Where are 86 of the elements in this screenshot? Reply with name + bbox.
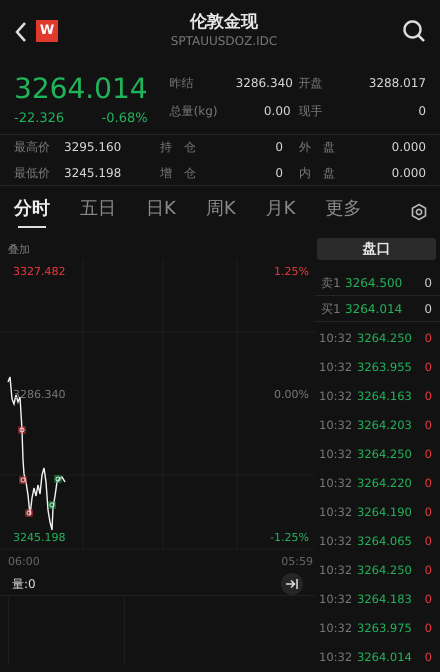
trade-time: 10:32 bbox=[319, 590, 354, 608]
trade-time: 10:32 bbox=[319, 416, 354, 434]
trade-price: 3263.975 bbox=[357, 620, 413, 637]
trade-price: 3264.183 bbox=[357, 590, 413, 608]
trade-time: 10:32 bbox=[319, 562, 354, 579]
axis-label: 1.25% bbox=[274, 266, 309, 277]
axis-label: -1.25% bbox=[270, 532, 309, 543]
axis-label: 3245.198 bbox=[13, 532, 66, 543]
trade-volume: 0 bbox=[424, 330, 432, 347]
stat-label: 外 盘 bbox=[299, 139, 335, 156]
volume-label: 量:0 bbox=[12, 576, 36, 592]
stat-value: 0.000 bbox=[390, 165, 426, 182]
jump-to-end-button[interactable] bbox=[281, 572, 303, 594]
stat-value: 3245.198 bbox=[64, 165, 122, 182]
overlay-label: 叠加 bbox=[7, 242, 31, 258]
chart-tab[interactable]: 月K bbox=[266, 190, 296, 232]
trade-price: 3264.250 bbox=[357, 562, 413, 579]
quote-label: 买1 bbox=[321, 300, 342, 318]
trade-time: 10:32 bbox=[319, 388, 354, 405]
logo-icon: W bbox=[36, 20, 58, 42]
chart-tab[interactable]: 周K bbox=[206, 190, 236, 232]
time-label: 05:59 bbox=[281, 554, 313, 570]
trade-time: 10:32 bbox=[319, 446, 354, 463]
trade-volume: 0 bbox=[424, 648, 432, 666]
stat-label: 昨结 bbox=[170, 75, 195, 92]
trade-time: 10:32 bbox=[319, 648, 354, 666]
trade-time: 10:32 bbox=[319, 330, 354, 347]
trade-price: 3264.220 bbox=[357, 474, 413, 492]
trade-volume: 0 bbox=[424, 590, 432, 608]
trade-volume: 0 bbox=[424, 532, 432, 550]
trade-volume: 0 bbox=[424, 358, 432, 376]
stat-label: 总量(kg) bbox=[170, 103, 219, 120]
trade-price: 3264.250 bbox=[357, 330, 413, 347]
stat-label: 最高价 bbox=[14, 139, 51, 156]
stat-value: 3288.017 bbox=[368, 75, 426, 92]
trade-time: 10:32 bbox=[319, 532, 354, 550]
trade-volume: 0 bbox=[424, 446, 432, 463]
stat-value: 0 bbox=[417, 103, 426, 120]
chart-tab[interactable]: 更多 bbox=[325, 190, 362, 232]
arrow-to-end-icon bbox=[285, 578, 299, 590]
chart-tab[interactable]: 日K bbox=[146, 190, 176, 232]
axis-label: 3327.482 bbox=[13, 266, 66, 277]
price-change: -22.326 bbox=[14, 110, 64, 128]
time-label: 06:00 bbox=[8, 554, 40, 570]
trade-volume: 0 bbox=[424, 562, 432, 579]
stat-value: 0.00 bbox=[262, 103, 291, 120]
trade-time: 10:32 bbox=[319, 358, 354, 376]
axis-label: 3286.340 bbox=[13, 389, 66, 400]
stat-label: 内 盘 bbox=[299, 165, 335, 182]
search-button[interactable] bbox=[402, 18, 426, 44]
trade-price: 3264.065 bbox=[357, 532, 413, 550]
quote-volume: 0 bbox=[423, 300, 432, 318]
trade-volume: 0 bbox=[424, 620, 432, 637]
trade-price: 3264.203 bbox=[357, 416, 413, 434]
trade-price: 3264.190 bbox=[357, 504, 413, 521]
quote-price: 3264.014 bbox=[345, 300, 404, 318]
quote-label: 卖1 bbox=[321, 274, 342, 292]
stat-value: 0 bbox=[274, 165, 283, 182]
trade-price: 3263.955 bbox=[357, 358, 413, 376]
symbol-code: SPTAUUSDOZ.IDC bbox=[170, 33, 278, 50]
stat-value: 3295.160 bbox=[64, 139, 122, 156]
order-book-button[interactable]: 盘口 bbox=[317, 238, 436, 260]
trade-time: 10:32 bbox=[319, 474, 354, 492]
trade-volume: 0 bbox=[424, 388, 432, 405]
axis-label: 0.00% bbox=[274, 389, 309, 400]
percent-change: -0.68% bbox=[102, 110, 148, 128]
trade-time: 10:32 bbox=[319, 504, 354, 521]
trade-price: 3264.250 bbox=[357, 446, 413, 463]
trade-volume: 0 bbox=[424, 504, 432, 521]
chart-tab[interactable]: 分时 bbox=[14, 190, 50, 232]
trade-time: 10:32 bbox=[319, 620, 354, 637]
page-title: 伦敦金现 bbox=[188, 12, 259, 32]
stat-label: 最低价 bbox=[14, 165, 51, 182]
stat-label: 现手 bbox=[298, 103, 324, 120]
trade-volume: 0 bbox=[424, 416, 432, 434]
trade-volume: 0 bbox=[424, 474, 432, 492]
quote-volume: 0 bbox=[423, 274, 432, 292]
last-price: 3264.014 bbox=[14, 74, 148, 105]
trade-price: 3264.163 bbox=[357, 388, 413, 405]
stat-value: 3286.340 bbox=[236, 75, 291, 92]
chart-tab[interactable]: 五日 bbox=[80, 190, 116, 232]
stat-value: 0.000 bbox=[390, 139, 426, 156]
quote-price: 3264.500 bbox=[345, 274, 404, 292]
stat-label: 开盘 bbox=[298, 75, 324, 92]
stat-value: 0 bbox=[274, 139, 283, 156]
trade-price: 3264.014 bbox=[357, 648, 413, 666]
